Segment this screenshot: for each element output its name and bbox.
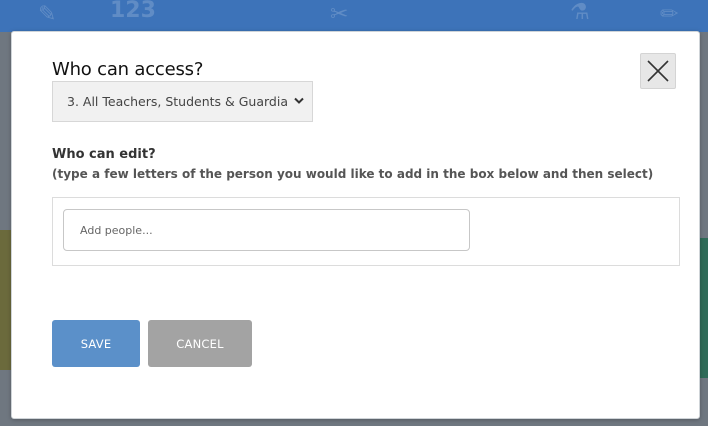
add-people-input[interactable] — [63, 209, 470, 251]
background-doodle: ✎ — [38, 2, 57, 27]
close-button[interactable] — [640, 53, 676, 89]
background-doodle: ✂ — [330, 2, 349, 27]
close-icon — [647, 60, 669, 82]
access-title: Who can access? — [52, 59, 204, 80]
edit-hint: (type a few letters of the person you wo… — [52, 167, 654, 181]
background-doodle: 123 — [110, 0, 156, 23]
background-doodle: ⚗ — [570, 0, 590, 25]
cancel-button[interactable]: CANCEL — [148, 320, 252, 367]
access-select[interactable]: 3. All Teachers, Students & Guardians — [52, 81, 313, 122]
edit-title: Who can edit? — [52, 147, 156, 162]
access-dialog: Who can access? 3. All Teachers, Student… — [11, 31, 700, 419]
chevron-down-icon — [294, 97, 304, 104]
background-header: ✎ 123 ✂ ⚗ ✏ — [0, 0, 708, 32]
people-box — [52, 197, 680, 266]
save-button[interactable]: SAVE — [52, 320, 140, 367]
background-doodle: ✏ — [660, 2, 679, 27]
access-select-value: 3. All Teachers, Students & Guardians — [67, 94, 289, 109]
